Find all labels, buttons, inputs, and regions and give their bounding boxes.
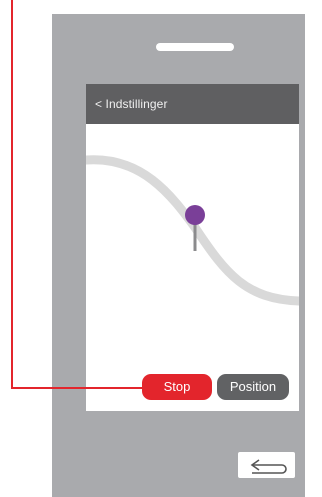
callout-line-horizontal (11, 387, 144, 389)
stage: < Indstillinger Stop Position (0, 0, 322, 497)
route-path (86, 155, 299, 306)
back-to-settings-link[interactable]: < Indstillinger (95, 97, 168, 111)
phone-screen: < Indstillinger Stop Position (86, 84, 299, 411)
position-button[interactable]: Position (217, 374, 289, 400)
title-bar: < Indstillinger (86, 84, 299, 124)
phone-speaker (156, 43, 234, 51)
callout-line-vertical (11, 0, 13, 389)
return-arrow-icon (250, 459, 287, 474)
return-button[interactable] (238, 452, 295, 478)
map-view[interactable] (86, 124, 299, 411)
phone-top-gap (52, 0, 305, 14)
stop-button[interactable]: Stop (142, 374, 212, 400)
map-canvas (86, 155, 299, 306)
